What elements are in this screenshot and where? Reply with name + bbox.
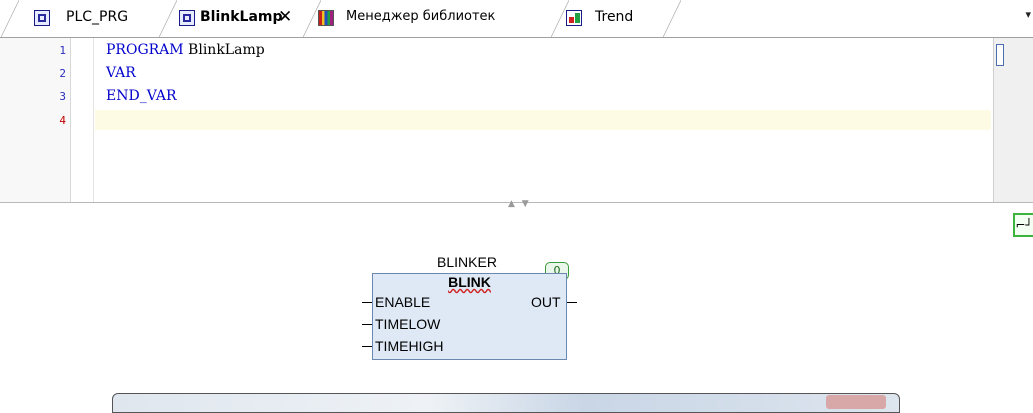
fb-type-text: BLINK bbox=[448, 274, 491, 290]
tab-blinklamp[interactable]: BlinkLamp ✕ bbox=[159, 0, 314, 37]
tab-label: Менеджер библиотек bbox=[346, 9, 496, 24]
gutter-separator bbox=[93, 38, 94, 202]
code-line[interactable]: END_VAR bbox=[106, 88, 177, 104]
keyword-var: VAR bbox=[106, 65, 136, 81]
input-pin-connector[interactable] bbox=[362, 302, 372, 303]
input-pin-label[interactable]: TIMEHIGH bbox=[375, 338, 443, 354]
keyword-program: PROGRAM bbox=[106, 42, 184, 58]
tab-label: BlinkLamp bbox=[200, 9, 283, 25]
tab-label: Trend bbox=[595, 9, 634, 25]
tab-trend[interactable]: Trend bbox=[551, 0, 672, 37]
chevron-down-icon[interactable]: ▾ bbox=[1025, 8, 1031, 21]
close-tab-icon[interactable]: ✕ bbox=[278, 7, 292, 27]
tab-plc-prg[interactable]: PLC_PRG bbox=[1, 0, 170, 37]
tab-edge bbox=[1, 0, 19, 37]
code-line[interactable]: VAR bbox=[106, 65, 136, 81]
input-pin-label[interactable]: ENABLE bbox=[375, 294, 430, 310]
fb-instance-name[interactable]: BLINKER bbox=[437, 254, 497, 270]
library-icon bbox=[318, 10, 334, 26]
fb-type-name: BLINK bbox=[373, 274, 566, 290]
input-pin-label[interactable]: TIMELOW bbox=[375, 316, 440, 332]
toolbox-icon[interactable]: ⌐┘ bbox=[1013, 213, 1033, 237]
code-line[interactable]: PROGRAM BlinkLamp bbox=[106, 42, 265, 58]
program-icon bbox=[179, 10, 195, 26]
output-pin-connector[interactable] bbox=[567, 302, 577, 303]
tab-edge bbox=[159, 0, 177, 37]
tab-edge bbox=[663, 0, 681, 37]
line-number: 1 bbox=[59, 44, 66, 57]
output-pin-label[interactable]: OUT bbox=[531, 294, 561, 310]
editor-tab-strip: PLC_PRG BlinkLamp ✕ Менеджер библиотек T… bbox=[0, 0, 1033, 38]
declaration-editor[interactable]: 1 2 3 4 PROGRAM BlinkLamp VAR END_VAR bbox=[0, 38, 993, 202]
trend-icon bbox=[566, 10, 582, 26]
scroll-position-marker[interactable] bbox=[996, 44, 1004, 66]
input-pin-connector[interactable] bbox=[362, 346, 372, 347]
program-icon bbox=[34, 10, 50, 26]
line-number: 3 bbox=[59, 90, 66, 103]
current-line-highlight bbox=[95, 110, 991, 130]
tab-library-manager[interactable]: Менеджер библиотек bbox=[303, 0, 562, 37]
dialog-close-button[interactable] bbox=[826, 395, 886, 409]
tab-label: PLC_PRG bbox=[66, 9, 129, 25]
input-pin-connector[interactable] bbox=[362, 324, 372, 325]
keyword-end-var: END_VAR bbox=[106, 88, 177, 104]
splitter-arrows-icon[interactable]: ▲ ▼ bbox=[508, 199, 531, 209]
line-number-current: 4 bbox=[59, 114, 66, 127]
line-number: 2 bbox=[59, 67, 66, 80]
program-name: BlinkLamp bbox=[183, 42, 265, 58]
dialog-window-titlebar[interactable] bbox=[112, 393, 900, 413]
